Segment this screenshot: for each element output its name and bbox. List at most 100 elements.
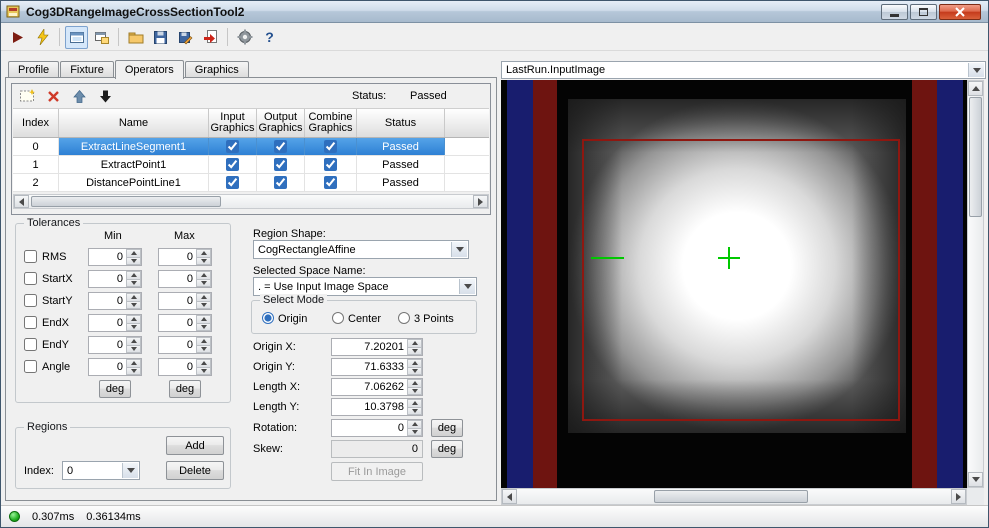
input-graphics-checkbox[interactable] [226, 176, 239, 189]
help-button[interactable]: ? [258, 26, 281, 49]
close-button[interactable] [939, 4, 981, 20]
display-source-combo[interactable]: LastRun.InputImage [501, 61, 986, 79]
output-graphics-checkbox[interactable] [274, 140, 287, 153]
starty-checkbox[interactable] [24, 294, 37, 307]
import-button[interactable] [199, 26, 222, 49]
input-graphics-checkbox[interactable] [226, 140, 239, 153]
endy-max-spinner[interactable] [158, 336, 212, 354]
origin-radio[interactable] [262, 312, 274, 324]
chevron-down-icon[interactable] [451, 242, 467, 257]
maximize-button[interactable] [910, 4, 937, 20]
skew-deg-button[interactable]: deg [431, 440, 463, 458]
spin-down-button[interactable] [196, 300, 211, 309]
save-button[interactable] [149, 26, 172, 49]
header-output-graphics[interactable]: Output Graphics [257, 109, 305, 137]
angle-checkbox[interactable] [24, 360, 37, 373]
spin-up-button[interactable] [196, 293, 211, 301]
spin-up-button[interactable] [407, 359, 422, 367]
three-points-radio[interactable] [398, 312, 410, 324]
minimize-button[interactable] [881, 4, 908, 20]
cell-name[interactable]: DistancePointLine1 [59, 174, 209, 191]
spin-down-button[interactable] [126, 300, 141, 309]
spin-up-button[interactable] [126, 249, 141, 257]
float-window-button[interactable] [90, 26, 113, 49]
spin-up-button[interactable] [196, 249, 211, 257]
spin-down-button[interactable] [407, 427, 422, 436]
spin-up-button[interactable] [196, 315, 211, 323]
scroll-left-button[interactable] [14, 195, 29, 208]
endy-checkbox[interactable] [24, 338, 37, 351]
chevron-down-icon[interactable] [122, 463, 138, 478]
starty-min-spinner[interactable] [88, 292, 142, 310]
run-button[interactable] [6, 26, 29, 49]
hscroll-thumb[interactable] [31, 196, 221, 207]
spin-down-button[interactable] [196, 366, 211, 375]
spin-down-button[interactable] [126, 278, 141, 287]
endy-min-spinner[interactable] [88, 336, 142, 354]
tab-graphics[interactable]: Graphics [184, 61, 249, 78]
min-deg-button[interactable]: deg [99, 380, 131, 398]
spin-up-button[interactable] [407, 379, 422, 387]
spin-up-button[interactable] [196, 271, 211, 279]
spin-up-button[interactable] [407, 399, 422, 407]
cell-index[interactable]: 0 [13, 138, 59, 155]
range-image-display[interactable] [501, 80, 967, 488]
spin-down-button[interactable] [126, 344, 141, 353]
image-hscrollbar[interactable] [501, 488, 967, 505]
spin-down-button[interactable] [407, 406, 422, 415]
hscroll-thumb[interactable] [654, 490, 808, 503]
endx-checkbox[interactable] [24, 316, 37, 329]
origin-radio-label[interactable]: Origin [278, 313, 307, 325]
move-up-button[interactable] [70, 87, 88, 105]
startx-max-spinner[interactable] [158, 270, 212, 288]
chevron-down-icon[interactable] [968, 63, 984, 77]
spin-down-button[interactable] [196, 344, 211, 353]
three-points-radio-label[interactable]: 3 Points [414, 313, 454, 325]
header-name[interactable]: Name [59, 109, 209, 137]
spin-up-button[interactable] [126, 359, 141, 367]
header-combine-graphics[interactable]: Combine Graphics [305, 109, 357, 137]
length-x-spinner[interactable] [331, 378, 423, 396]
scroll-right-button[interactable] [951, 489, 966, 504]
spin-up-button[interactable] [126, 337, 141, 345]
spin-up-button[interactable] [407, 339, 422, 347]
header-index[interactable]: Index [13, 109, 59, 137]
chevron-down-icon[interactable] [459, 279, 475, 294]
output-graphics-checkbox[interactable] [274, 176, 287, 189]
spin-up-button[interactable] [126, 271, 141, 279]
settings-button[interactable] [233, 26, 256, 49]
vscroll-thumb[interactable] [969, 97, 982, 217]
cell-index[interactable]: 1 [13, 156, 59, 173]
spin-down-button[interactable] [196, 278, 211, 287]
titlebar[interactable]: Cog3DRangeImageCrossSectionTool2 [1, 1, 988, 23]
combine-graphics-checkbox[interactable] [324, 158, 337, 171]
open-button[interactable] [124, 26, 147, 49]
tab-fixture[interactable]: Fixture [60, 61, 114, 78]
spin-up-button[interactable] [196, 359, 211, 367]
startx-min-spinner[interactable] [88, 270, 142, 288]
spin-up-button[interactable] [126, 315, 141, 323]
move-down-button[interactable] [96, 87, 114, 105]
spin-down-button[interactable] [407, 346, 422, 355]
spin-up-button[interactable] [196, 337, 211, 345]
rms-min-spinner[interactable] [88, 248, 142, 266]
spin-up-button[interactable] [126, 293, 141, 301]
run-electric-button[interactable] [31, 26, 54, 49]
rms-checkbox[interactable] [24, 250, 37, 263]
spin-down-button[interactable] [126, 256, 141, 265]
image-vscrollbar[interactable] [967, 80, 984, 488]
delete-operator-button[interactable] [44, 87, 62, 105]
table-row[interactable]: 1 ExtractPoint1 Passed [13, 156, 489, 174]
center-radio-label[interactable]: Center [348, 313, 381, 325]
combine-graphics-checkbox[interactable] [324, 176, 337, 189]
cell-name[interactable]: ExtractLineSegment1 [59, 138, 209, 155]
delete-region-button[interactable]: Delete [166, 461, 224, 480]
add-operator-button[interactable] [18, 87, 36, 105]
spin-down-button[interactable] [407, 386, 422, 395]
startx-checkbox[interactable] [24, 272, 37, 285]
region-outline[interactable] [582, 139, 900, 421]
table-row[interactable]: 0 ExtractLineSegment1 Passed [13, 138, 489, 156]
endx-max-spinner[interactable] [158, 314, 212, 332]
save-as-button[interactable] [174, 26, 197, 49]
table-row[interactable]: 2 DistancePointLine1 Passed [13, 174, 489, 192]
